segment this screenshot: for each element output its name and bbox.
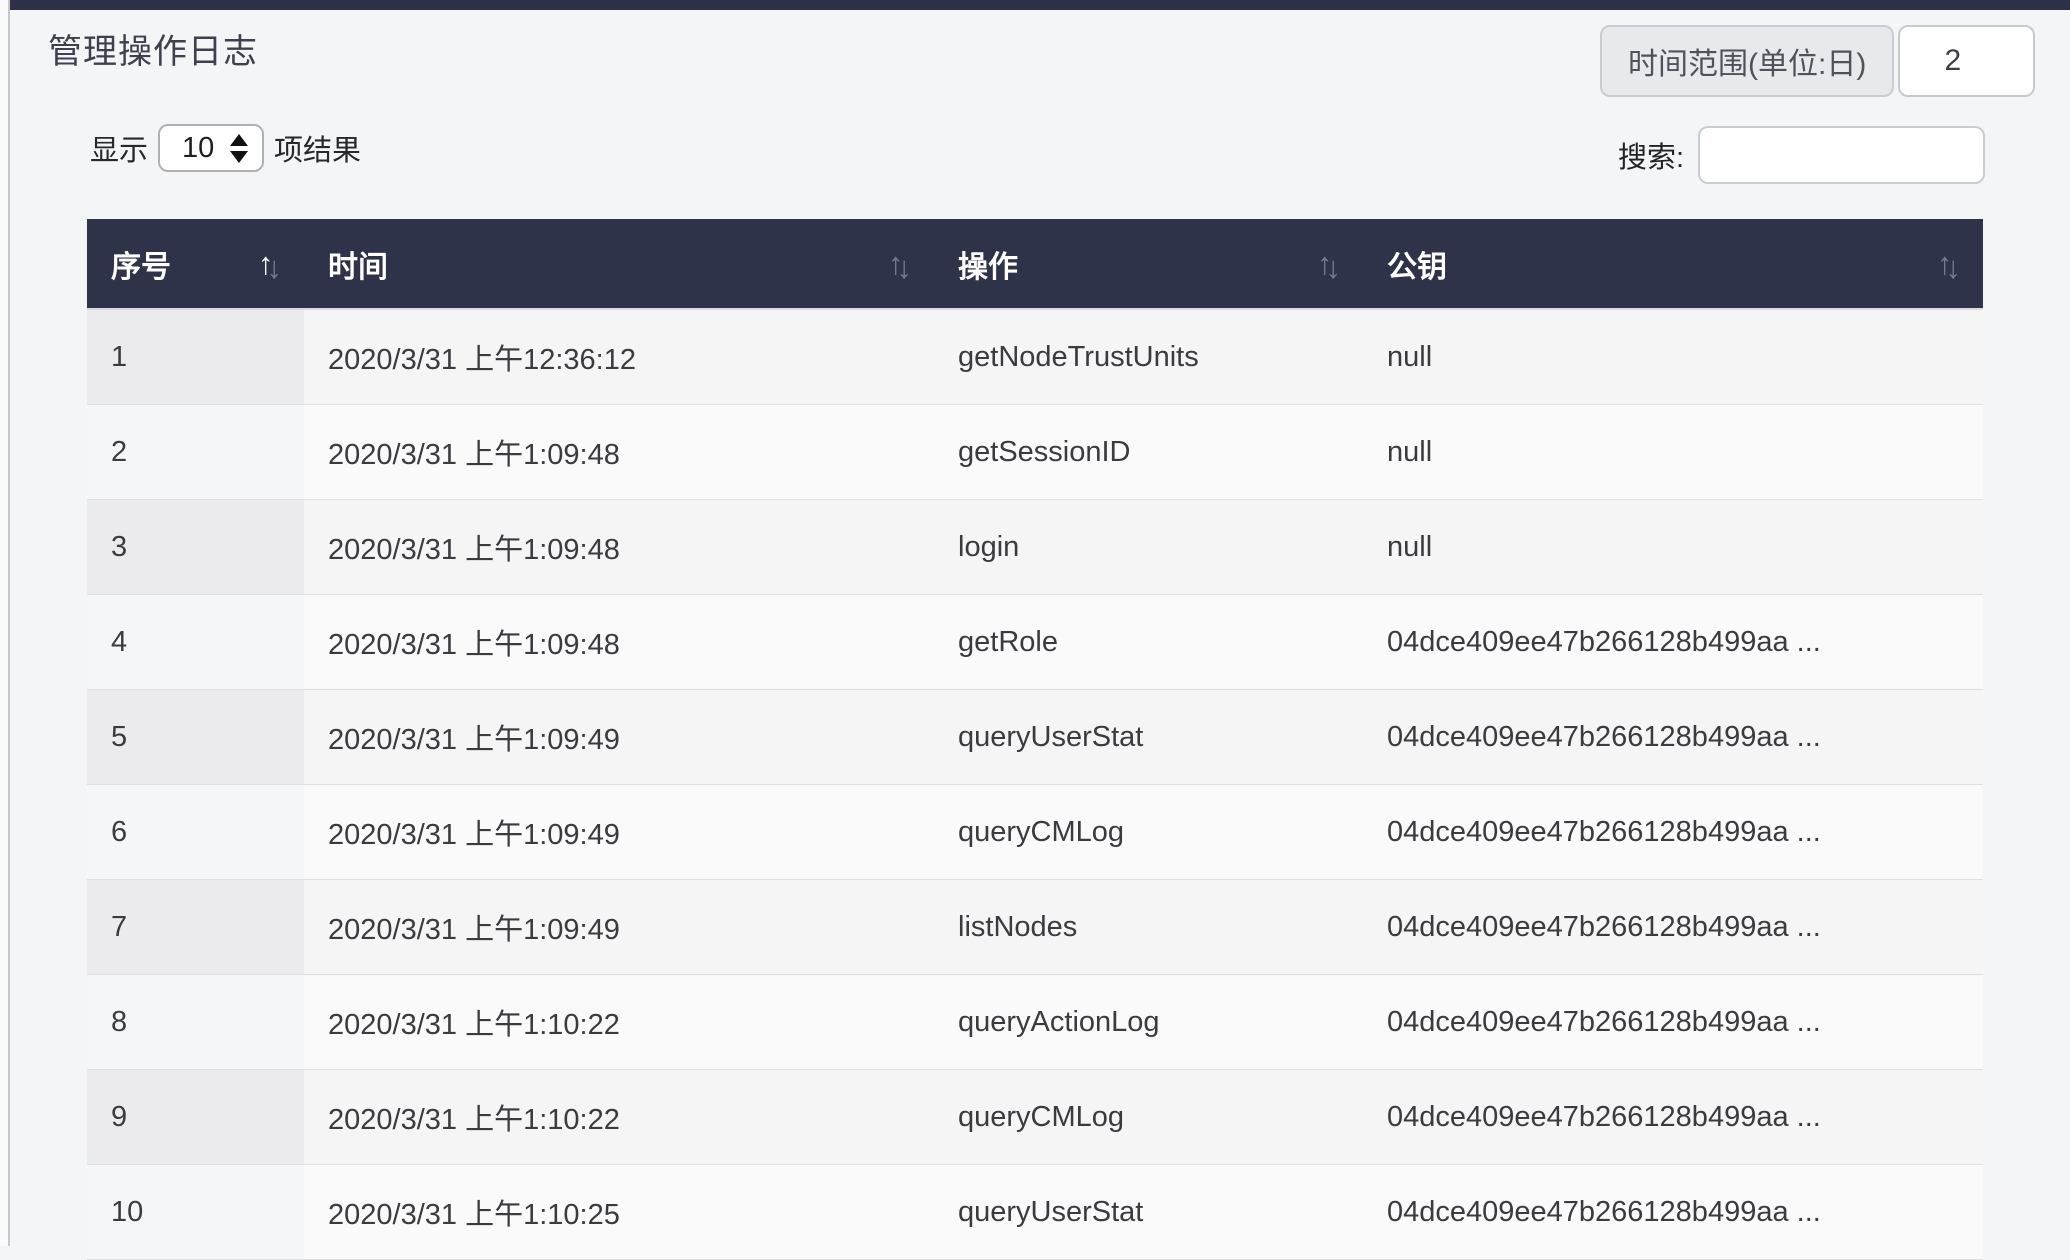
cell-operation: getRole — [934, 595, 1363, 689]
cell-time: 2020/3/31 上午1:09:48 — [304, 500, 934, 594]
cell-time: 2020/3/31 上午1:09:49 — [304, 785, 934, 879]
cell-public_key: 04dce409ee47b266128b499aa ... — [1363, 975, 1983, 1069]
page-size-control: 显示 10 项结果 — [90, 120, 361, 176]
cell-index: 1 — [87, 310, 304, 404]
cell-time: 2020/3/31 上午1:10:25 — [304, 1165, 934, 1259]
cell-operation: getNodeTrustUnits — [934, 310, 1363, 404]
sort-icon-time: ↑↓ — [888, 248, 912, 279]
search-input[interactable] — [1698, 126, 1985, 184]
cell-index: 8 — [87, 975, 304, 1069]
column-header-index[interactable]: 序号 ↑↓ — [87, 219, 304, 308]
select-spinner-icon — [230, 134, 248, 163]
table-row: 52020/3/31 上午1:09:49queryUserStat04dce40… — [87, 690, 1983, 785]
sort-icon-publickey: ↑↓ — [1937, 248, 1961, 279]
cell-time: 2020/3/31 上午1:09:49 — [304, 880, 934, 974]
operation-log-table: 序号 ↑↓ 时间 ↑↓ 操作 ↑↓ 公钥 ↑↓ 12020/3/31 上午12:… — [87, 219, 1983, 1260]
time-range-input[interactable] — [1898, 25, 2035, 97]
cell-index: 6 — [87, 785, 304, 879]
cell-operation: queryUserStat — [934, 1165, 1363, 1259]
cell-index: 3 — [87, 500, 304, 594]
cell-public_key: 04dce409ee47b266128b499aa ... — [1363, 1070, 1983, 1164]
column-header-publickey[interactable]: 公钥 ↑↓ — [1363, 219, 1983, 308]
table-header-row: 序号 ↑↓ 时间 ↑↓ 操作 ↑↓ 公钥 ↑↓ — [87, 219, 1983, 310]
column-header-time[interactable]: 时间 ↑↓ — [304, 219, 934, 308]
cell-index: 2 — [87, 405, 304, 499]
cell-public_key: 04dce409ee47b266128b499aa ... — [1363, 1165, 1983, 1259]
sort-icon-operation: ↑↓ — [1317, 248, 1341, 279]
cell-time: 2020/3/31 上午12:36:12 — [304, 310, 934, 404]
cell-operation: queryCMLog — [934, 1070, 1363, 1164]
page-size-prefix-label: 显示 — [90, 127, 148, 169]
cell-time: 2020/3/31 上午1:10:22 — [304, 1070, 934, 1164]
column-header-operation[interactable]: 操作 ↑↓ — [934, 219, 1363, 308]
cell-time: 2020/3/31 上午1:09:48 — [304, 595, 934, 689]
cell-public_key: null — [1363, 405, 1983, 499]
cell-index: 9 — [87, 1070, 304, 1164]
table-row: 92020/3/31 上午1:10:22queryCMLog04dce409ee… — [87, 1070, 1983, 1165]
cell-public_key: 04dce409ee47b266128b499aa ... — [1363, 595, 1983, 689]
cell-operation: queryActionLog — [934, 975, 1363, 1069]
cell-operation: queryUserStat — [934, 690, 1363, 784]
table-row: 72020/3/31 上午1:09:49listNodes04dce409ee4… — [87, 880, 1983, 975]
cell-operation: login — [934, 500, 1363, 594]
cell-public_key: 04dce409ee47b266128b499aa ... — [1363, 690, 1983, 784]
cell-index: 7 — [87, 880, 304, 974]
cell-operation: listNodes — [934, 880, 1363, 974]
cell-public_key: null — [1363, 500, 1983, 594]
cell-public_key: 04dce409ee47b266128b499aa ... — [1363, 785, 1983, 879]
cell-index: 4 — [87, 595, 304, 689]
time-range-group: 时间范围(单位:日) — [1600, 25, 2035, 97]
cell-operation: queryCMLog — [934, 785, 1363, 879]
page-title: 管理操作日志 — [48, 24, 258, 73]
table-row: 82020/3/31 上午1:10:22queryActionLog04dce4… — [87, 975, 1983, 1070]
cell-time: 2020/3/31 上午1:09:48 — [304, 405, 934, 499]
table-row: 22020/3/31 上午1:09:48getSessionIDnull — [87, 405, 1983, 500]
left-edge-divider — [0, 0, 10, 1246]
table-row: 42020/3/31 上午1:09:48getRole04dce409ee47b… — [87, 595, 1983, 690]
cell-operation: getSessionID — [934, 405, 1363, 499]
time-range-label: 时间范围(单位:日) — [1600, 25, 1894, 97]
cell-public_key: null — [1363, 310, 1983, 404]
table-row: 32020/3/31 上午1:09:48loginnull — [87, 500, 1983, 595]
search-label: 搜索: — [1618, 134, 1684, 176]
page-size-select[interactable]: 10 — [158, 124, 264, 172]
cell-time: 2020/3/31 上午1:10:22 — [304, 975, 934, 1069]
top-navbar — [9, 0, 2070, 10]
cell-index: 10 — [87, 1165, 304, 1259]
cell-index: 5 — [87, 690, 304, 784]
page-size-suffix-label: 项结果 — [274, 127, 361, 169]
sort-icon-index: ↑↓ — [258, 248, 282, 279]
cell-time: 2020/3/31 上午1:09:49 — [304, 690, 934, 784]
page-size-value: 10 — [182, 132, 214, 165]
cell-public_key: 04dce409ee47b266128b499aa ... — [1363, 880, 1983, 974]
table-row: 62020/3/31 上午1:09:49queryCMLog04dce409ee… — [87, 785, 1983, 880]
search-control: 搜索: — [1618, 124, 1985, 186]
table-body: 12020/3/31 上午12:36:12getNodeTrustUnitsnu… — [87, 310, 1983, 1260]
admin-log-page: 管理操作日志 时间范围(单位:日) 显示 10 项结果 搜索: 序号 ↑↓ 时间… — [0, 0, 2070, 1246]
table-row: 12020/3/31 上午12:36:12getNodeTrustUnitsnu… — [87, 310, 1983, 405]
